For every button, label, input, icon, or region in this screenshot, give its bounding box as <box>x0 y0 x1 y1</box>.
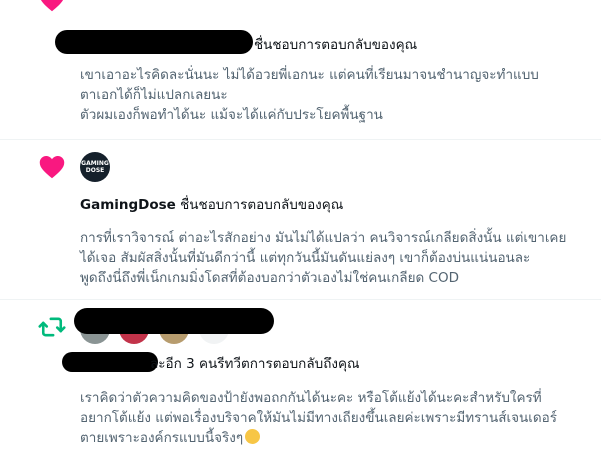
user-name-link[interactable]: GamingDose <box>80 197 176 213</box>
notification-like-2[interactable]: GAMING DOSE GamingDose ชื่นชอบการตอบกลับ… <box>0 140 601 300</box>
notification-headline: ละอีก 3 คนรีทวีตการตอบกลับถึงคุณ <box>150 356 360 372</box>
emoji-icon <box>245 429 261 444</box>
reply-text-line: การที่เราวิจารณ์ ต่าอะไรสักอย่าง มันไม่ไ… <box>80 230 567 246</box>
repost-icon <box>38 317 66 337</box>
heart-icon <box>39 156 65 179</box>
reply-text-line: พูดถึงนี่ถึงพี่เน็กเกมมิ่งโดสที่ต้องบอกว… <box>80 270 459 286</box>
reply-text-line: เขาเอาอะไรคิดละนั่นนะ ไม่ได้อวยพี่เอกนะ … <box>80 67 539 83</box>
notification-repost[interactable]: ละอีก 3 คนรีทวีตการตอบกลับถึงคุณ เราคิดว… <box>0 300 601 456</box>
reply-text-line: เราคิดว่าตัวความคิดของป้ายังพอถกกันได้นะ… <box>80 390 542 406</box>
heart-icon <box>40 0 64 12</box>
reply-text-line-with-emoji: ตายเพราะองค์กรแบบนี้จริงๆ <box>80 428 593 448</box>
reply-text-line: ตัวผมเองก็พอทำได้นะ แม้จะได้แค่กับประโยค… <box>80 107 383 123</box>
notification-headline: ชื่นชอบการตอบกลับของคุณ <box>254 37 418 53</box>
redacted-username <box>55 30 253 54</box>
gamingdose-avatar[interactable]: GAMING DOSE <box>80 152 110 182</box>
notification-like-1[interactable]: ชื่นชอบการตอบกลับของคุณ เขาเอาอะไรคิดละน… <box>0 0 601 140</box>
reply-text-line: ตาเอกได้ก็ไม่แปลกเลยนะ <box>80 87 228 103</box>
reply-text-line: ได้เจอ สัมผัสสิ่งนั้นที่มันดีกว่านี้ แต่… <box>80 250 531 266</box>
redacted-avatars <box>74 308 274 334</box>
redacted-username <box>62 352 158 372</box>
notification-headline: GamingDose ชื่นชอบการตอบกลับของคุณ <box>80 197 344 213</box>
reply-text-line: อยากโต้แย้ง แต่พอเรื่องบริจาคให้มันไม่มี… <box>80 410 557 426</box>
